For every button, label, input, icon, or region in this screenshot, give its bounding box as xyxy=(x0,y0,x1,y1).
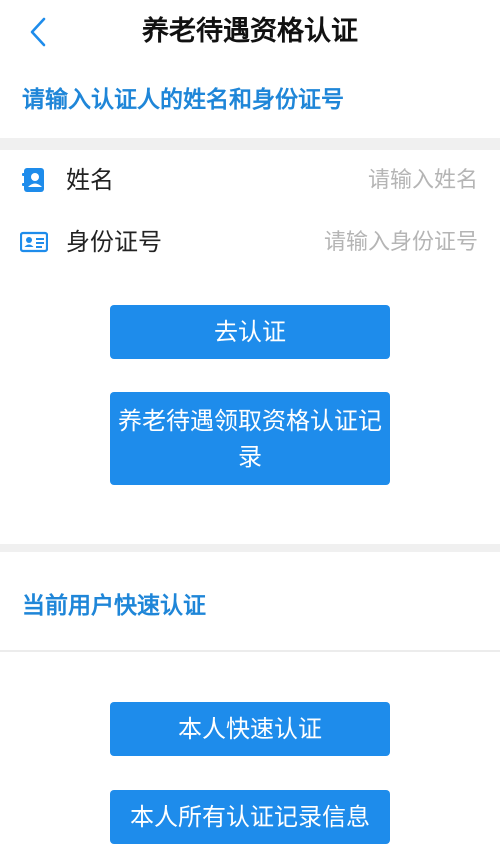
section-title-quick: 当前用户快速认证 xyxy=(22,593,206,619)
contact-book-icon xyxy=(20,166,48,194)
quick-verify-button[interactable]: 本人快速认证 xyxy=(110,702,390,756)
all-records-button[interactable]: 本人所有认证记录信息 xyxy=(110,790,390,844)
name-input[interactable] xyxy=(248,162,478,198)
id-number-input[interactable] xyxy=(248,224,478,260)
nav-header: 养老待遇资格认证 xyxy=(0,0,500,64)
name-row: 姓名 xyxy=(0,152,500,208)
name-label: 姓名 xyxy=(66,166,114,194)
divider xyxy=(0,650,500,652)
verification-records-button[interactable]: 养老待遇领取资格认证记录 xyxy=(110,392,390,485)
section-separator xyxy=(0,544,500,552)
page-title: 养老待遇资格认证 xyxy=(142,16,358,47)
verify-button[interactable]: 去认证 xyxy=(110,305,390,359)
id-number-row: 身份证号 xyxy=(0,214,500,270)
id-number-label: 身份证号 xyxy=(66,228,162,256)
section-separator xyxy=(0,138,500,150)
section-title-input: 请输入认证人的姓名和身份证号 xyxy=(22,87,344,113)
id-card-icon xyxy=(20,228,48,256)
